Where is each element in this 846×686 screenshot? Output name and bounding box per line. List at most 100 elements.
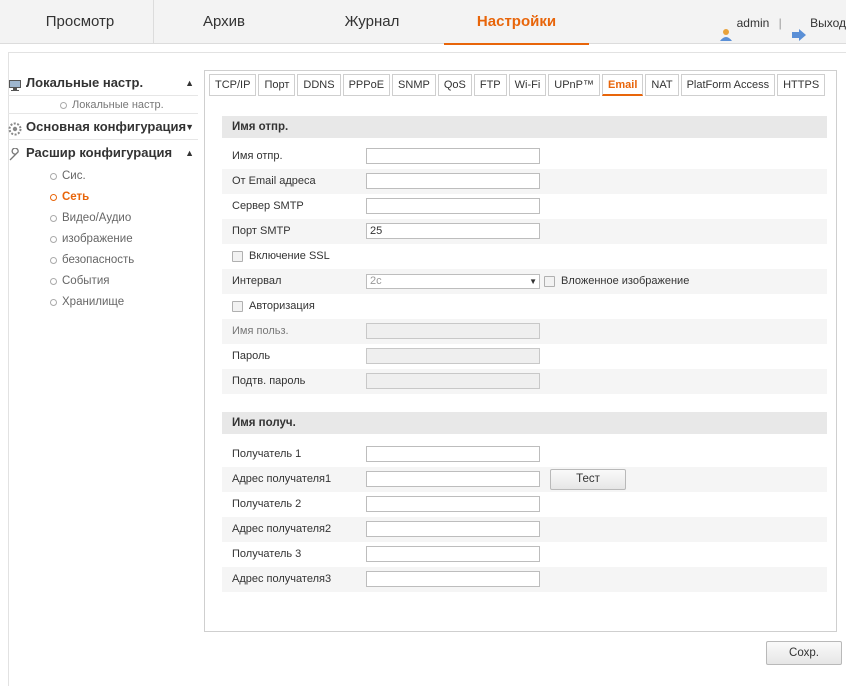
sender-name-row: Имя отпр. <box>222 144 827 169</box>
sidebar-item-events[interactable]: События <box>8 271 198 292</box>
sidebar-item-label: Видео/Аудио <box>62 212 132 224</box>
sidebar-group-advanced[interactable]: Расшир конфигурация ▲ <box>8 140 198 166</box>
ssl-checkbox[interactable] <box>232 250 243 262</box>
sidebar-item-label: безопасность <box>62 254 135 266</box>
sender-section-header: Имя отпр. <box>222 116 827 138</box>
tab-wifi[interactable]: Wi-Fi <box>508 74 547 96</box>
sidebar-item-storage[interactable]: Хранилище <box>8 292 198 313</box>
receiver1-row: Получатель 1 <box>222 442 827 467</box>
sender-name-label: Имя отпр. <box>232 150 283 162</box>
nav-tab-journal[interactable]: Журнал <box>332 0 412 44</box>
receiver1-address-input[interactable] <box>366 471 540 487</box>
receiver2-input[interactable] <box>366 496 540 512</box>
ssl-checkbox-wrap[interactable]: Включение SSL <box>232 244 330 269</box>
sidebar-group-label: Расшир конфигурация <box>26 145 173 160</box>
user-icon <box>719 16 733 41</box>
interval-row: Интервал 2с ▼ Вложенное изображение <box>222 269 827 294</box>
ssl-row: Включение SSL <box>222 244 827 269</box>
nav-tab-settings[interactable]: Настройки <box>444 0 589 45</box>
confirm-password-input[interactable] <box>366 373 540 389</box>
tab-port[interactable]: Порт <box>258 74 296 96</box>
interval-label: Интервал <box>232 275 282 287</box>
chevron-up-icon[interactable]: ▲ <box>185 70 194 96</box>
sender-email-input[interactable] <box>366 173 540 189</box>
receiver2-label: Получатель 2 <box>232 498 302 510</box>
nav-tab-preview[interactable]: Просмотр <box>10 0 150 44</box>
settings-panel: TCP/IP Порт DDNS PPPoE SNMP QoS FTP Wi-Fi UPnP™ E… <box>204 70 837 632</box>
bullet-icon <box>50 299 57 306</box>
sender-email-label: От Email адреса <box>232 175 316 187</box>
bullet-icon <box>50 173 57 180</box>
tab-ddns[interactable]: DDNS <box>297 74 341 96</box>
receiver1-input[interactable] <box>366 446 540 462</box>
receiver3-address-input[interactable] <box>366 571 540 587</box>
sender-email-row: От Email адреса <box>222 169 827 194</box>
password-input[interactable] <box>366 348 540 364</box>
username[interactable]: admin <box>737 1 770 45</box>
tab-ftp[interactable]: FTP <box>473 74 507 96</box>
smtp-server-label: Сервер SMTP <box>232 200 304 212</box>
sidebar-item-image[interactable]: изображение <box>8 229 198 250</box>
tab-https[interactable]: HTTPS <box>777 74 826 96</box>
sidebar-item-video-audio[interactable]: Видео/Аудио <box>8 208 198 229</box>
chevron-down-icon[interactable]: ▼ <box>185 114 194 140</box>
username-input[interactable] <box>366 323 540 339</box>
tab-qos[interactable]: QoS <box>437 74 472 96</box>
user-area: admin | Выход <box>719 0 846 44</box>
smtp-port-input[interactable]: 25 <box>366 223 540 239</box>
smtp-server-input[interactable] <box>366 198 540 214</box>
receiver3-input[interactable] <box>366 546 540 562</box>
smtp-port-row: Порт SMTP 25 <box>222 219 827 244</box>
sidebar-item-local-settings[interactable]: Локальные настр. <box>8 96 198 114</box>
sidebar-item-label: События <box>62 275 110 287</box>
sidebar-item-label: Хранилище <box>62 296 125 308</box>
receiver2-address-input[interactable] <box>366 521 540 537</box>
logout-icon[interactable] <box>791 16 807 41</box>
user-separator: | <box>778 15 782 30</box>
chevron-up-icon[interactable]: ▲ <box>185 140 194 166</box>
receiver3-address-row: Адрес получателя3 <box>222 567 827 592</box>
bullet-icon <box>60 102 67 109</box>
tab-pppoe[interactable]: PPPoE <box>342 74 391 96</box>
attach-checkbox-wrap[interactable]: Вложенное изображение <box>544 269 689 294</box>
sidebar-group-basic[interactable]: Основная конфигурация ▼ <box>8 114 198 140</box>
nav-tab-archive[interactable]: Архив <box>184 0 264 44</box>
password-row: Пароль <box>222 344 827 369</box>
computer-icon <box>8 75 22 91</box>
receiver3-row: Получатель 3 <box>222 542 827 567</box>
attach-image-checkbox[interactable] <box>544 275 555 287</box>
attach-image-label: Вложенное изображение <box>561 275 690 287</box>
bullet-icon <box>50 257 57 264</box>
receiver1-address-label: Адрес получателя1 <box>232 473 332 485</box>
gear-icon <box>8 119 22 136</box>
logout-link[interactable]: Выход <box>810 1 846 45</box>
smtp-port-label: Порт SMTP <box>232 225 291 237</box>
tab-platform-access[interactable]: PlatForm Access <box>680 74 776 96</box>
sidebar-item-security[interactable]: безопасность <box>8 250 198 271</box>
network-tabs: TCP/IP Порт DDNS PPPoE SNMP QoS FTP Wi-Fi UPnP™ E… <box>209 74 827 98</box>
tab-email[interactable]: Email <box>602 74 644 96</box>
test-button[interactable]: Тест <box>550 469 626 490</box>
username-label: Имя польз. <box>232 325 289 337</box>
password-label: Пароль <box>232 350 271 362</box>
sender-name-input[interactable] <box>366 148 540 164</box>
tab-tcpip[interactable]: TCP/IP <box>209 74 257 96</box>
smtp-server-row: Сервер SMTP <box>222 194 827 219</box>
save-button[interactable]: Сохр. <box>766 641 842 665</box>
sidebar-group-local[interactable]: Локальные настр. ▲ <box>8 70 198 96</box>
ssl-label: Включение SSL <box>249 250 330 262</box>
dropdown-arrow-icon[interactable]: ▼ <box>529 275 537 288</box>
tab-upnp[interactable]: UPnP™ <box>548 74 601 96</box>
auth-checkbox-wrap[interactable]: Авторизация <box>232 294 315 319</box>
sidebar-item-network[interactable]: Сеть <box>8 187 198 208</box>
tab-snmp[interactable]: SNMP <box>392 74 436 96</box>
interval-value: 2с <box>370 275 382 287</box>
receiver3-address-label: Адрес получателя3 <box>232 573 332 585</box>
interval-select[interactable]: 2с ▼ <box>366 274 540 289</box>
auth-checkbox[interactable] <box>232 300 243 312</box>
sidebar-item-system[interactable]: Сис. <box>8 166 198 187</box>
sidebar-item-label: изображение <box>62 233 133 245</box>
sidebar-item-label: Сеть <box>62 191 90 203</box>
tab-nat[interactable]: NAT <box>645 74 679 96</box>
receiver3-label: Получатель 3 <box>232 548 302 560</box>
